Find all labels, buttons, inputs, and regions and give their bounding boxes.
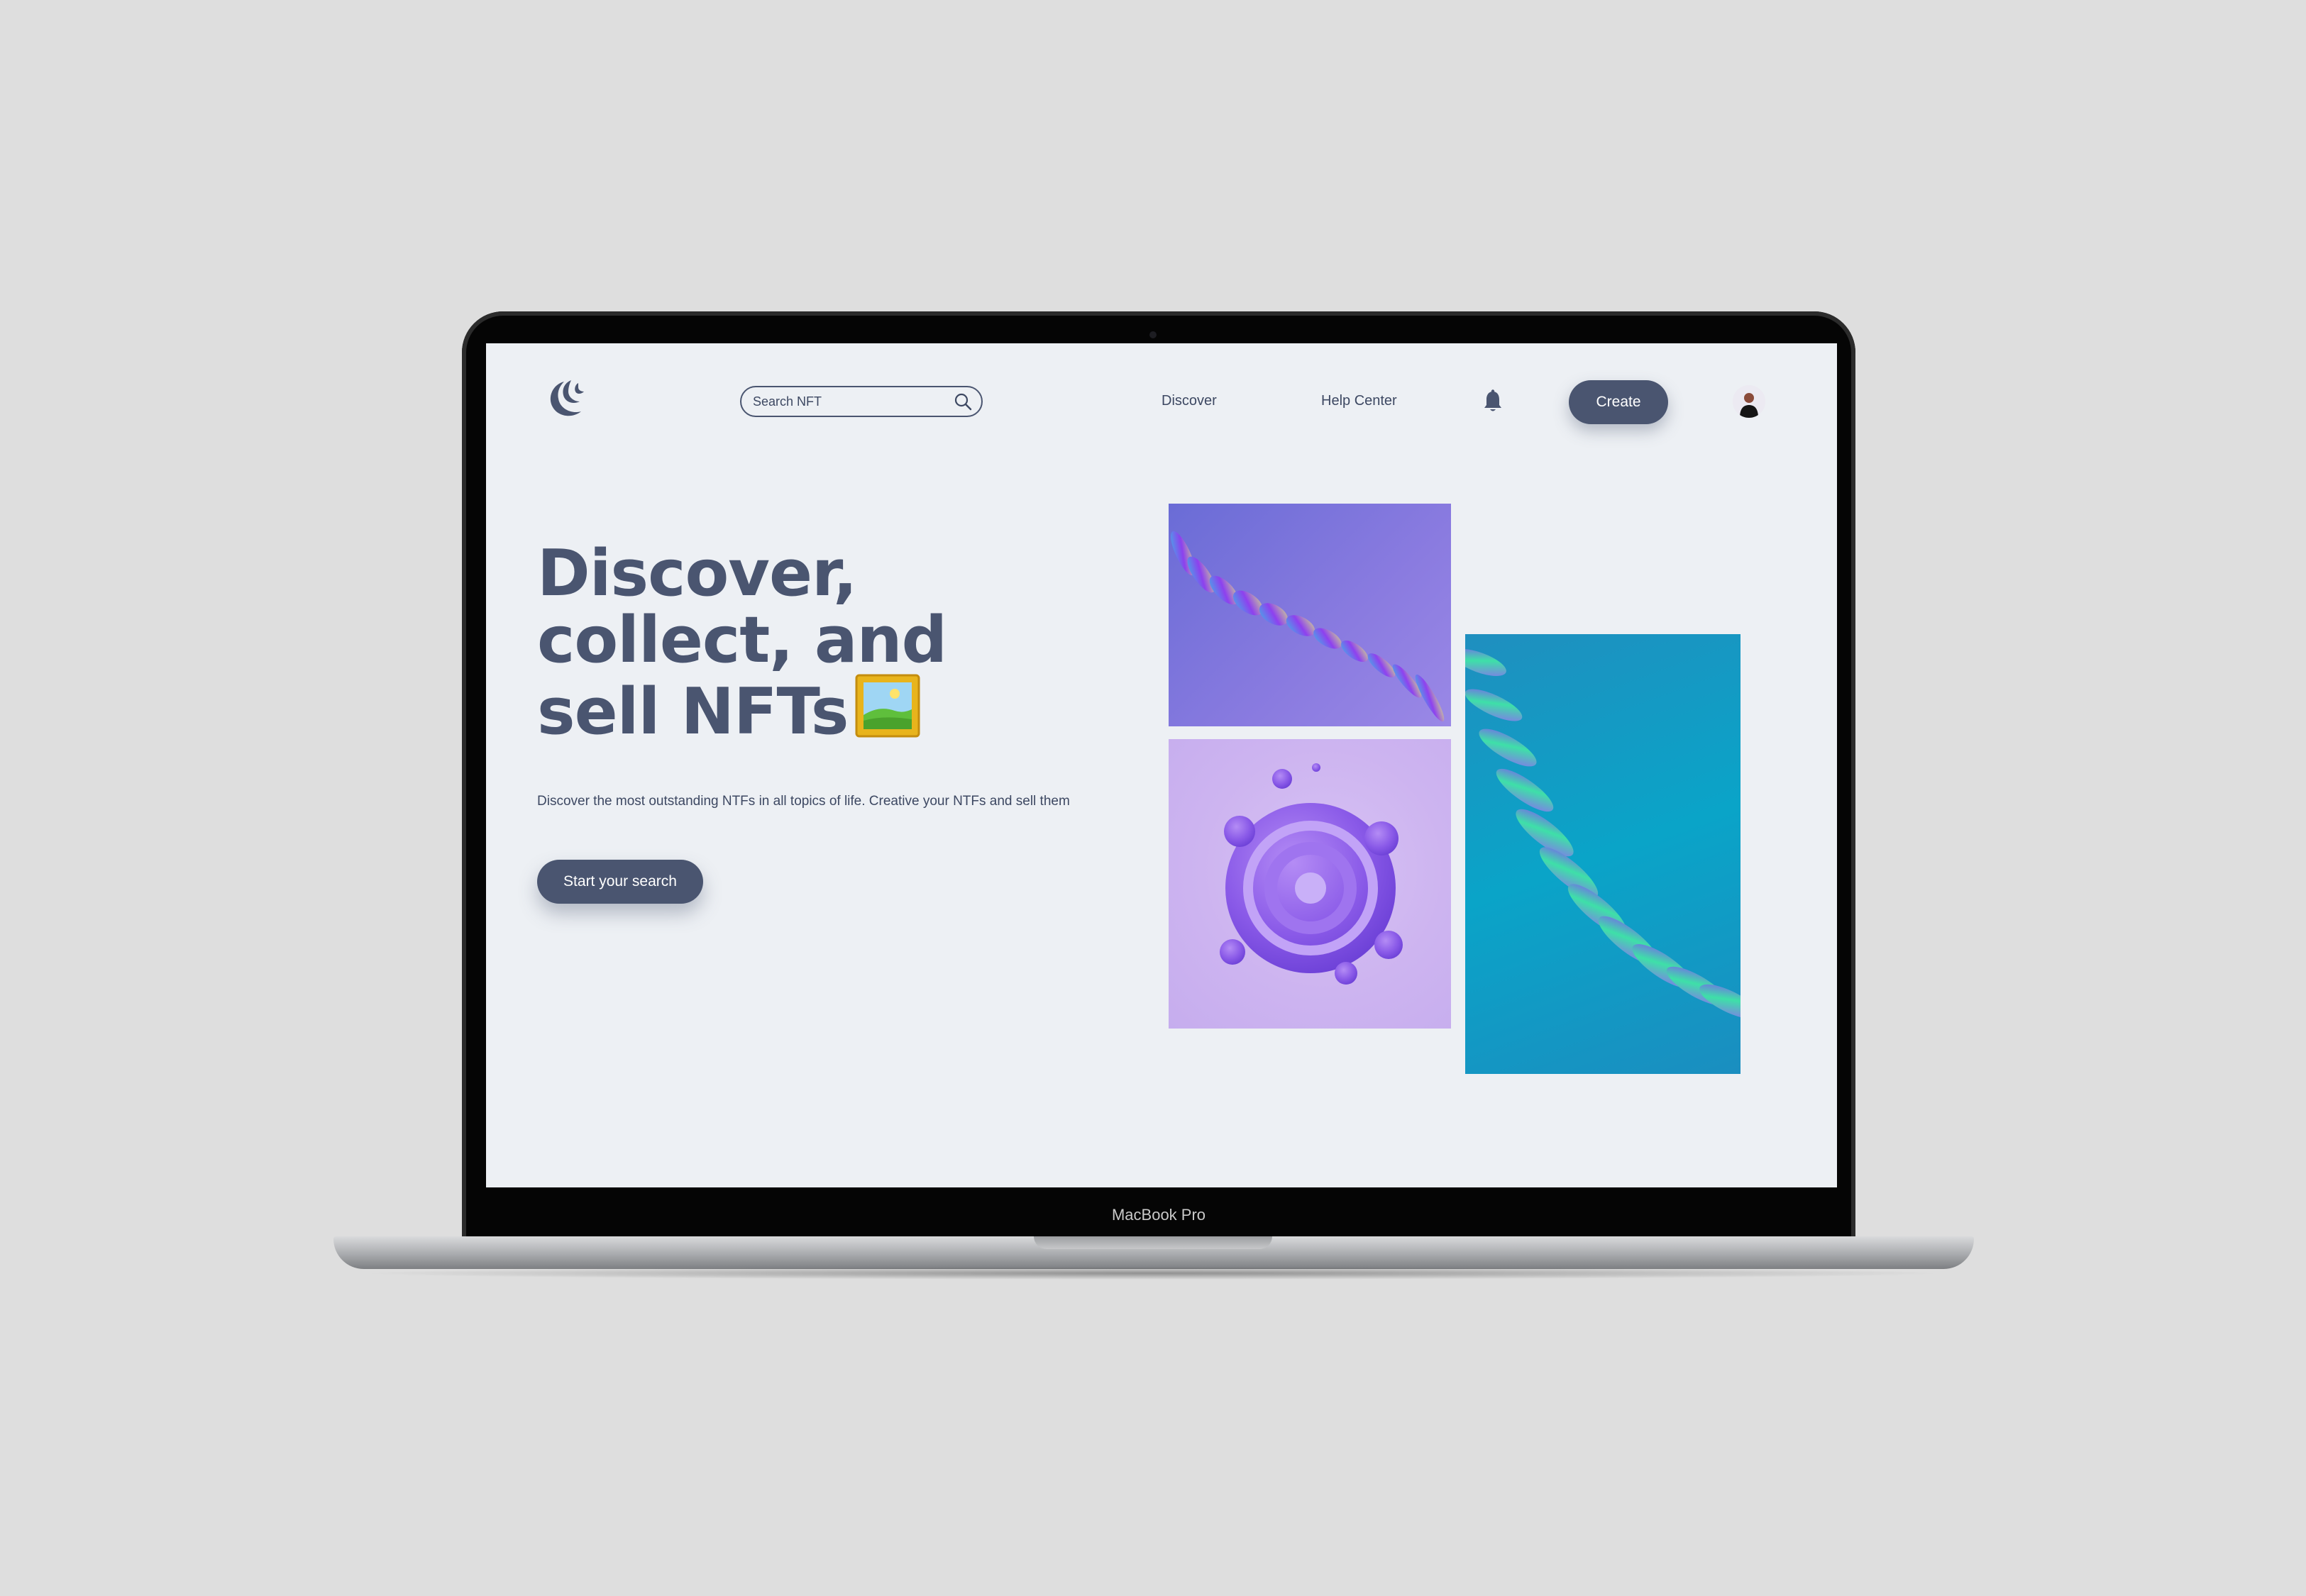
nft-artwork-wave[interactable] [1169,504,1451,726]
device-label: MacBook Pro [1111,1206,1206,1224]
nft-artwork-swirl[interactable] [1169,739,1451,1029]
avatar[interactable] [1733,385,1765,418]
framed-picture-icon [855,674,920,738]
search-bar [740,386,983,417]
hero-title-line-3: sell NFTs [537,674,1076,746]
create-button[interactable]: Create [1569,380,1668,424]
nft-artwork-ribbon[interactable] [1465,634,1740,1074]
hero-title-line: Discover, [537,536,857,611]
nav-help-center[interactable]: Help Center [1321,393,1397,409]
hero-title-line: sell NFTs [537,675,849,749]
screen: Discover Help Center Create Discover, co… [486,343,1837,1187]
nav-discover[interactable]: Discover [1162,393,1217,409]
camera [1149,331,1157,338]
laptop-notch [1034,1236,1272,1249]
start-search-button[interactable]: Start your search [537,860,703,904]
crescent-logo-icon[interactable] [543,376,588,421]
hero-title: Discover, collect, and sell NFTs [537,541,1076,746]
hero-title-line: collect, and [537,603,947,677]
search-icon[interactable] [953,392,973,411]
search-input[interactable] [751,393,953,410]
laptop-shadow [355,1267,1951,1280]
bell-icon[interactable] [1482,389,1504,414]
hero-subtitle: Discover the most outstanding NTFs in al… [537,794,1070,809]
